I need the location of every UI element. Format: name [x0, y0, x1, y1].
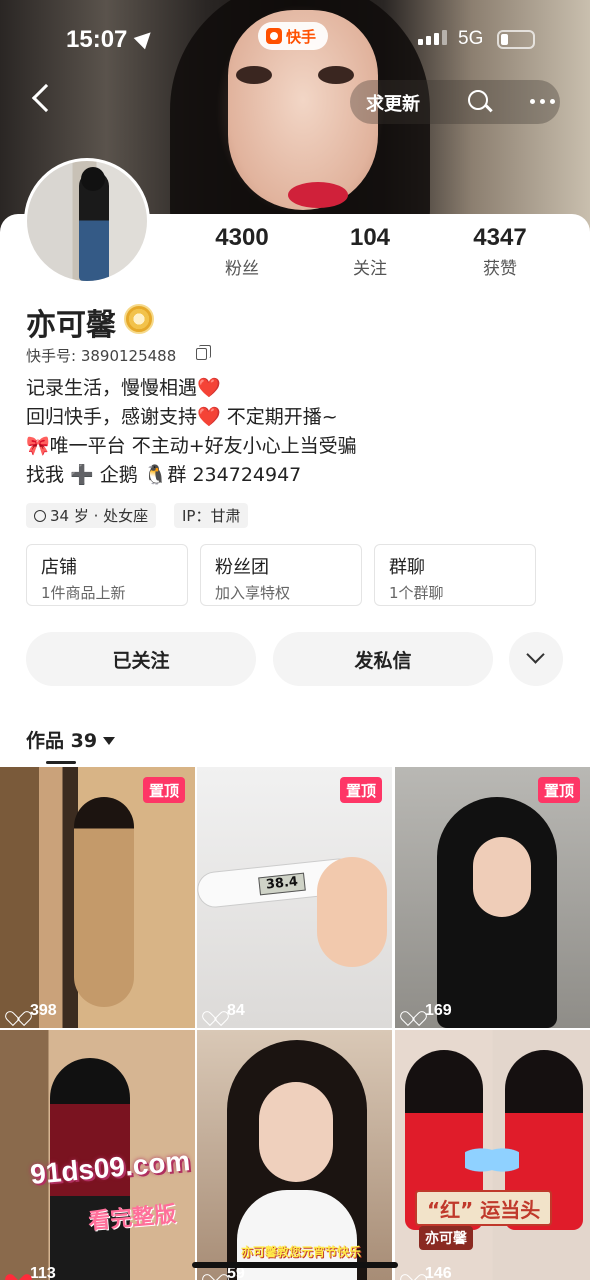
caret-down-icon [103, 736, 116, 745]
card-subtitle: 1件商品上新 [41, 584, 126, 602]
shop-card[interactable]: 店铺 1件商品上新 [26, 544, 188, 606]
video-caption: 亦可馨教您元宵节快乐 [241, 1245, 362, 1259]
app-name: 快手 [286, 27, 317, 46]
video-tile[interactable]: 置顶 398 [0, 767, 195, 1028]
bio-line: 🎀唯一平台 不主动+好友小心上当受骗 [26, 435, 357, 457]
stat-following[interactable]: 104 关注 [310, 224, 430, 279]
video-tile[interactable]: 亦可馨教您元宵节快乐 59 [197, 1030, 392, 1280]
location-arrow-icon [133, 26, 157, 50]
network-type: 5G [458, 28, 484, 49]
bio-line: 找我 ➕ 企鹅 🐧群 234724947 [26, 464, 302, 486]
video-author-tag: 亦可馨 [419, 1226, 473, 1250]
followed-button[interactable]: 已关注 [26, 632, 256, 686]
video-tile[interactable]: “红” 运当头 亦可馨 146 [395, 1030, 590, 1280]
gender-icon [34, 509, 46, 522]
card-title: 群聊 [389, 557, 425, 578]
video-caption: “红” 运当头 [415, 1190, 553, 1226]
age-tag: 34 岁 · 处女座 [26, 503, 157, 528]
heart-icon [405, 1268, 420, 1280]
stat-value: 104 [349, 224, 391, 251]
heart-icon [207, 1268, 222, 1280]
status-bar: 15:07 快手 5G [0, 22, 590, 58]
stat-likes[interactable]: 4347 获赞 [440, 224, 560, 279]
heart-icon [405, 1005, 420, 1018]
stat-followers[interactable]: 4300 粉丝 [182, 224, 302, 279]
more-options-icon[interactable] [530, 99, 555, 104]
ip-tag: IP：甘肃 [174, 503, 249, 528]
like-count: 169 [405, 1002, 452, 1020]
group-chat-card[interactable]: 群聊 1个群聊 [374, 544, 536, 606]
video-tile[interactable]: 38.4 置顶 84 [197, 767, 392, 1028]
kuaishou-id: 快手号: 3890125488 [26, 347, 177, 365]
home-indicator [192, 1262, 398, 1268]
avatar[interactable] [24, 158, 150, 284]
stat-label: 粉丝 [225, 259, 259, 279]
card-subtitle: 加入享特权 [215, 584, 291, 602]
expand-button[interactable] [509, 632, 563, 686]
stat-value: 4347 [473, 224, 527, 251]
like-count: 146 [405, 1265, 452, 1280]
card-title: 粉丝团 [215, 557, 269, 578]
tab-underline [46, 761, 76, 764]
bio-line: 回归快手，感谢支持❤️ 不定期开播~ [26, 406, 338, 428]
profile-name: 亦可馨 [26, 308, 116, 343]
like-count: 113 [10, 1265, 56, 1280]
butterfly-icon [465, 1140, 519, 1180]
pinned-badge: 置顶 [142, 777, 185, 803]
heart-icon [10, 1268, 25, 1280]
status-time: 15:07 [66, 26, 128, 53]
battery-icon [497, 30, 535, 49]
stat-value: 4300 [215, 224, 269, 251]
like-count: 398 [10, 1002, 57, 1020]
bio-line: 记录生活，慢慢相遇❤️ [26, 377, 221, 399]
copy-icon[interactable] [196, 345, 211, 360]
heart-icon [10, 1005, 25, 1018]
app-pill[interactable]: 快手 [258, 22, 329, 50]
watermark-subtext: 看完整版 [87, 1202, 178, 1235]
pinned-badge: 置顶 [537, 777, 580, 803]
video-tile[interactable]: 置顶 169 [395, 767, 590, 1028]
fan-club-card[interactable]: 粉丝团 加入享特权 [200, 544, 362, 606]
like-count: 84 [207, 1002, 245, 1020]
heart-icon [207, 1005, 222, 1018]
tab-works[interactable]: 作品 39 [26, 726, 116, 753]
card-title: 店铺 [41, 557, 77, 578]
message-button[interactable]: 发私信 [273, 632, 493, 686]
pinned-badge: 置顶 [339, 777, 382, 803]
video-tile[interactable]: 91ds09.com 看完整版 113 [0, 1030, 195, 1280]
level-badge-icon[interactable] [124, 304, 154, 334]
search-icon[interactable] [468, 90, 488, 110]
tab-label: 作品 39 [26, 730, 98, 752]
chevron-down-icon [526, 645, 545, 664]
age-text: 34 岁 · 处女座 [50, 507, 149, 525]
request-update-button[interactable]: 求更新 [366, 90, 420, 116]
stat-label: 关注 [353, 259, 387, 279]
stat-label: 获赞 [483, 259, 517, 279]
ip-text: IP：甘肃 [182, 507, 241, 525]
card-subtitle: 1个群聊 [389, 584, 444, 602]
signal-icon [418, 30, 447, 45]
kuaishou-logo-icon [266, 28, 282, 44]
